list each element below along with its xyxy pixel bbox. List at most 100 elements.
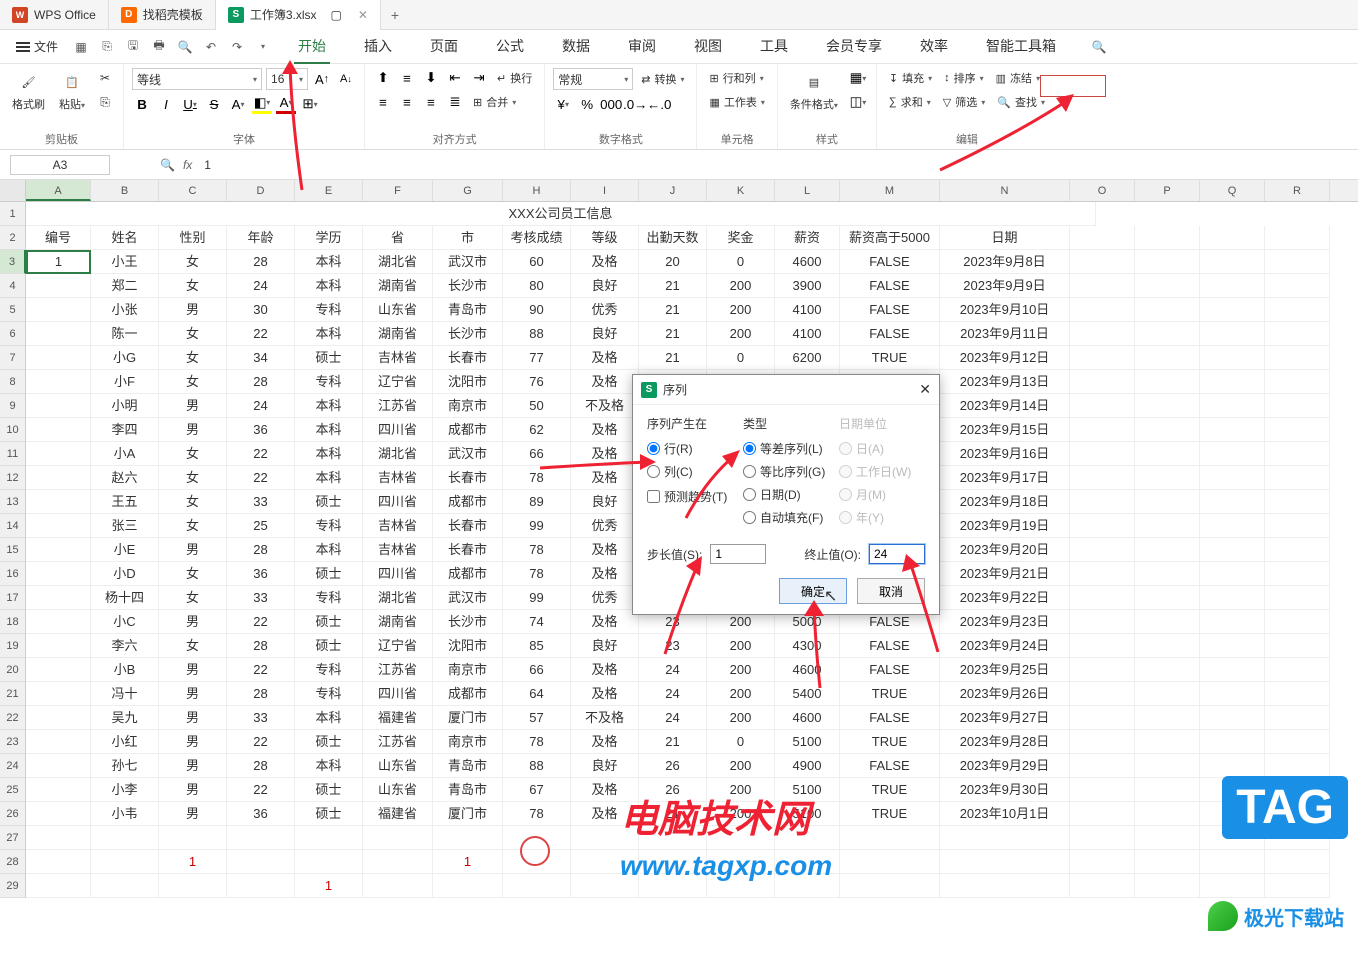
row-header[interactable]: 1: [0, 202, 26, 226]
cell[interactable]: FALSE: [840, 274, 940, 298]
cell[interactable]: [1070, 826, 1135, 850]
cell[interactable]: 湖南省: [363, 274, 433, 298]
cell[interactable]: 湖北省: [363, 250, 433, 274]
row-header[interactable]: 24: [0, 754, 26, 778]
cell[interactable]: 小D: [91, 562, 159, 586]
cell[interactable]: [1265, 562, 1330, 586]
cell[interactable]: [1265, 730, 1330, 754]
cell[interactable]: 厦门市: [433, 802, 503, 826]
cell[interactable]: 57: [503, 706, 571, 730]
sum-button[interactable]: ∑ 求和▾: [885, 92, 935, 112]
cell[interactable]: 长沙市: [433, 274, 503, 298]
cell[interactable]: 男: [159, 754, 227, 778]
cell[interactable]: 男: [159, 298, 227, 322]
cell[interactable]: [227, 874, 295, 898]
cell[interactable]: [26, 706, 91, 730]
cell[interactable]: 薪资高于5000: [840, 226, 940, 250]
cell[interactable]: [1200, 538, 1265, 562]
cell[interactable]: 及格: [571, 442, 639, 466]
cell[interactable]: 吉林省: [363, 346, 433, 370]
currency-icon[interactable]: ¥▾: [553, 94, 573, 114]
cell[interactable]: 及格: [571, 418, 639, 442]
radio-type[interactable]: 等比序列(G): [743, 463, 829, 480]
cell[interactable]: [1070, 874, 1135, 898]
menu-tab-9[interactable]: 效率: [916, 30, 952, 64]
cell[interactable]: 28: [227, 538, 295, 562]
cell[interactable]: 张三: [91, 514, 159, 538]
cell[interactable]: 南京市: [433, 394, 503, 418]
row-header[interactable]: 2: [0, 226, 26, 250]
cell[interactable]: 21: [639, 298, 707, 322]
cell[interactable]: 99: [503, 586, 571, 610]
cell[interactable]: [1200, 370, 1265, 394]
cell[interactable]: 优秀: [571, 586, 639, 610]
align-center-icon[interactable]: ≡: [397, 92, 417, 112]
cell[interactable]: [1070, 418, 1135, 442]
cell[interactable]: 4100: [775, 298, 840, 322]
cell[interactable]: 36: [227, 802, 295, 826]
cell[interactable]: 小B: [91, 658, 159, 682]
sort-button[interactable]: ↕ 排序▾: [940, 68, 988, 88]
cell[interactable]: 24: [227, 274, 295, 298]
row-header[interactable]: 3: [0, 250, 26, 274]
row-header[interactable]: 15: [0, 538, 26, 562]
cell[interactable]: [1135, 538, 1200, 562]
cell[interactable]: 武汉市: [433, 586, 503, 610]
cell[interactable]: 200: [707, 274, 775, 298]
cell[interactable]: [840, 874, 940, 898]
cell[interactable]: 28: [227, 370, 295, 394]
cell[interactable]: 25: [227, 514, 295, 538]
cell[interactable]: 及格: [571, 370, 639, 394]
cell[interactable]: [363, 826, 433, 850]
cell[interactable]: 专科: [295, 298, 363, 322]
cell[interactable]: [1135, 754, 1200, 778]
decrease-font-button[interactable]: A↓: [336, 69, 356, 89]
cell[interactable]: 2023年9月17日: [940, 466, 1070, 490]
cell[interactable]: 22: [227, 322, 295, 346]
cell[interactable]: TRUE: [840, 730, 940, 754]
radio-type[interactable]: 日期(D): [743, 486, 829, 503]
row-header[interactable]: 11: [0, 442, 26, 466]
row-header[interactable]: 13: [0, 490, 26, 514]
cell[interactable]: 武汉市: [433, 250, 503, 274]
cell[interactable]: [1265, 226, 1330, 250]
cell[interactable]: 33: [227, 490, 295, 514]
dialog-titlebar[interactable]: S 序列 ✕: [633, 375, 939, 405]
row-header[interactable]: 19: [0, 634, 26, 658]
cell[interactable]: 及格: [571, 250, 639, 274]
cell[interactable]: 女: [159, 586, 227, 610]
cell[interactable]: 编号: [26, 226, 91, 250]
cell[interactable]: 小G: [91, 346, 159, 370]
cell[interactable]: [1135, 682, 1200, 706]
cell[interactable]: 硕士: [295, 634, 363, 658]
wrap-button[interactable]: ↵ 换行: [493, 68, 536, 88]
comma-icon[interactable]: 000: [601, 94, 621, 114]
cell[interactable]: 33: [227, 586, 295, 610]
cell[interactable]: 硕士: [295, 562, 363, 586]
cell[interactable]: TRUE: [840, 802, 940, 826]
cell[interactable]: 99: [503, 514, 571, 538]
menu-tab-10[interactable]: 智能工具箱: [982, 30, 1060, 64]
cell[interactable]: [1265, 610, 1330, 634]
cell[interactable]: [26, 538, 91, 562]
row-header[interactable]: 20: [0, 658, 26, 682]
cell[interactable]: 不及格: [571, 394, 639, 418]
cell[interactable]: 21: [639, 274, 707, 298]
row-header[interactable]: 10: [0, 418, 26, 442]
cell[interactable]: 2023年10月1日: [940, 802, 1070, 826]
cell[interactable]: [1135, 394, 1200, 418]
convert-button[interactable]: ⇄ 转换▾: [637, 69, 688, 89]
indent-inc-icon[interactable]: ⇥: [469, 68, 489, 88]
app-tab-workbook[interactable]: S 工作簿3.xlsx ▢ ✕: [216, 0, 381, 30]
worksheet-button[interactable]: ▦ 工作表▾: [705, 92, 768, 112]
cell[interactable]: 小张: [91, 298, 159, 322]
cell[interactable]: 2023年9月8日: [940, 250, 1070, 274]
cell[interactable]: 及格: [571, 538, 639, 562]
cell[interactable]: [1135, 562, 1200, 586]
dec-dec-icon[interactable]: ←.0: [649, 94, 669, 114]
cell[interactable]: [1265, 346, 1330, 370]
cell[interactable]: 小F: [91, 370, 159, 394]
cell[interactable]: [1200, 322, 1265, 346]
cell[interactable]: [1265, 658, 1330, 682]
cell[interactable]: [940, 850, 1070, 874]
